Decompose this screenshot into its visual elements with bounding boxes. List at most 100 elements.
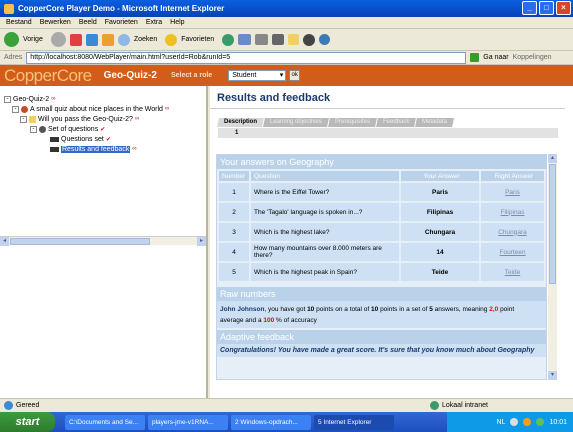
row-right-answer: Fourteen (481, 243, 544, 261)
go-button-label[interactable]: Ga naar (483, 54, 508, 61)
play-icon (21, 105, 28, 113)
tree-horizontal-scrollbar[interactable]: ◂ ▸ (0, 236, 206, 246)
address-input[interactable]: http://localhost:8080/WebPlayer/main.htm… (26, 51, 467, 64)
row-your-answer: Filipinas (401, 203, 479, 221)
scrollbar-thumb[interactable] (549, 164, 556, 284)
page-number[interactable]: 1 (218, 128, 558, 138)
column-header: Question (251, 171, 399, 181)
tab-description[interactable]: Description (217, 118, 265, 127)
scroll-down-icon[interactable]: ▾ (548, 371, 557, 380)
row-number: 3 (219, 223, 249, 241)
refresh-icon[interactable] (85, 33, 98, 46)
row-question: Which is the highest peak in Spain? (251, 263, 399, 281)
status-text: Gereed (16, 402, 40, 409)
column-header: Number (219, 171, 249, 181)
maximize-button[interactable]: □ (539, 1, 554, 15)
row-your-answer: Teide (401, 263, 479, 281)
row-right-answer: Chungara (481, 223, 544, 241)
tab-prerequisites[interactable]: Prerequisites (327, 118, 378, 127)
search-icon[interactable] (117, 33, 130, 46)
minimize-button[interactable]: _ (522, 1, 537, 15)
taskbar-item[interactable]: players-jme-v1RNA... (148, 414, 228, 430)
collapse-icon[interactable]: - (20, 115, 27, 123)
column-header: Right Answer (481, 171, 544, 181)
collapse-icon[interactable]: - (12, 105, 19, 113)
tree-item[interactable]: - Will you pass the Geo-Quiz-2? ∞ (4, 114, 204, 124)
tree-item[interactable]: - Set of questions ✔ (4, 124, 204, 134)
row-right-answer: Teide (481, 263, 544, 281)
back-icon[interactable] (4, 32, 19, 47)
taskbar: start C:\Documents and Se... players-jme… (0, 412, 573, 432)
close-button[interactable]: × (556, 1, 571, 15)
print-icon[interactable] (255, 34, 269, 45)
back-button-label[interactable]: Vorige (23, 36, 43, 43)
table-row: 5 Which is the highest peak in Spain? Te… (219, 263, 544, 281)
status-bar: Gereed Lokaal intranet (0, 398, 573, 412)
system-tray: NL 10:01 (447, 412, 573, 432)
tree-item-selected[interactable]: Results and feedback ∞ (4, 144, 204, 154)
window-titlebar: CopperCore Player Demo - Microsoft Inter… (0, 0, 573, 17)
adaptive-feedback-text: Congratulations! You have made a great s… (217, 344, 546, 357)
collapse-icon[interactable]: - (4, 95, 11, 103)
coppercore-logo: CopperCore (4, 65, 92, 85)
browser-toolbar: Vorige Zoeken Favorieten (0, 29, 573, 51)
menu-beeld[interactable]: Beeld (79, 19, 97, 26)
menu-help[interactable]: Help (170, 19, 184, 26)
menu-bewerken[interactable]: Bewerken (40, 19, 71, 26)
search-button-label[interactable]: Zoeken (134, 36, 157, 43)
tree-item[interactable]: - Geo-Quiz-2 ∞ (4, 94, 204, 104)
language-indicator[interactable]: NL (497, 419, 506, 426)
scroll-up-icon[interactable]: ▴ (548, 154, 557, 163)
coppercore-header: CopperCore Geo-Quiz-2 Select a role Stud… (0, 65, 573, 86)
role-select[interactable]: Student ▾ (228, 70, 287, 81)
scrollbar-thumb[interactable] (10, 238, 150, 245)
taskbar-item[interactable]: 2 Windows-opdrach... (231, 414, 311, 430)
scroll-left-icon[interactable]: ◂ (0, 237, 9, 246)
history-icon[interactable] (222, 33, 235, 46)
column-header: Your Answer (401, 171, 479, 181)
taskbar-item[interactable]: C:\Documents and Se... (65, 414, 145, 430)
taskbar-item[interactable]: 5 Internet Explorer (314, 414, 394, 430)
glasses-icon (50, 146, 59, 152)
page-icon (4, 401, 13, 410)
collapse-icon[interactable]: - (30, 125, 37, 133)
row-number: 1 (219, 183, 249, 201)
navigation-pane: - Geo-Quiz-2 ∞ - A small quiz about nice … (0, 86, 208, 398)
scroll-right-icon[interactable]: ▸ (197, 237, 206, 246)
answers-heading: Your answers on Geography (217, 155, 546, 169)
menu-bestand[interactable]: Bestand (6, 19, 32, 26)
links-label[interactable]: Koppelingen (513, 54, 552, 61)
tab-feedback[interactable]: Feedback (375, 118, 418, 127)
folder-icon (29, 115, 36, 123)
mail-icon[interactable] (238, 34, 252, 45)
stop-icon[interactable] (69, 33, 82, 46)
answers-table: Number Question Your Answer Right Answer… (217, 169, 546, 283)
tray-icon[interactable] (536, 418, 545, 426)
forward-icon[interactable] (50, 32, 66, 47)
research-icon[interactable] (303, 33, 316, 46)
edit-icon[interactable] (272, 34, 285, 45)
menu-favorieten[interactable]: Favorieten (105, 19, 138, 26)
table-row: 4 How many mountains over 8.000 meters a… (219, 243, 544, 261)
panel-vertical-scrollbar[interactable]: ▴ ▾ (548, 154, 557, 380)
tray-icon[interactable] (510, 418, 519, 426)
results-panel: Your answers on Geography Number Questio… (216, 154, 547, 380)
tree-item[interactable]: - A small quiz about nice places in the … (4, 104, 204, 114)
ok-button[interactable]: ok (289, 70, 301, 81)
row-your-answer: 14 (401, 243, 479, 261)
tray-icon[interactable] (523, 418, 532, 426)
tab-bar: Description Learning objectives Prerequi… (217, 118, 456, 127)
favorites-button-label[interactable]: Favorieten (181, 36, 214, 43)
favorites-icon[interactable] (165, 33, 178, 46)
menu-extra[interactable]: Extra (146, 19, 162, 26)
tree-item[interactable]: Questions set ✔ (4, 134, 204, 144)
messenger-icon[interactable] (319, 34, 331, 45)
tab-metadata[interactable]: Metadata (415, 118, 456, 127)
start-button[interactable]: start (0, 412, 55, 432)
row-number: 2 (219, 203, 249, 221)
home-icon[interactable] (101, 33, 114, 46)
menu-bar: Bestand Bewerken Beeld Favorieten Extra … (0, 17, 573, 29)
go-icon[interactable] (470, 53, 480, 62)
tab-learning-objectives[interactable]: Learning objectives (263, 118, 330, 127)
note-icon[interactable] (288, 34, 300, 45)
